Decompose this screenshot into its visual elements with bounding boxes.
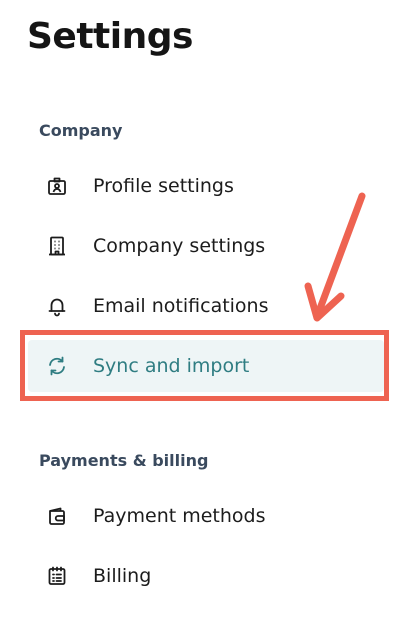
page-title: Settings: [27, 16, 193, 57]
nav-item-label: Company settings: [93, 235, 266, 257]
nav-item-payment-methods[interactable]: Payment methods: [28, 490, 384, 542]
sync-icon: [45, 354, 69, 378]
nav-item-label: Billing: [93, 565, 152, 587]
nav-item-label: Sync and import: [93, 355, 250, 377]
nav-item-email-notifications[interactable]: Email notifications: [28, 280, 384, 332]
nav-item-label: Email notifications: [93, 295, 269, 317]
nav-item-label: Profile settings: [93, 175, 234, 197]
profile-badge-icon: [45, 174, 69, 198]
section-heading-payments-billing: Payments & billing: [39, 451, 209, 470]
nav-item-sync-and-import[interactable]: Sync and import: [28, 340, 384, 392]
building-icon: [45, 234, 69, 258]
wallet-icon: [45, 504, 69, 528]
nav-item-company-settings[interactable]: Company settings: [28, 220, 384, 272]
nav-item-label: Payment methods: [93, 505, 266, 527]
nav-item-profile-settings[interactable]: Profile settings: [28, 160, 384, 212]
section-heading-company: Company: [39, 121, 123, 140]
nav-item-billing[interactable]: Billing: [28, 550, 384, 602]
receipt-icon: [45, 564, 69, 588]
bell-icon: [45, 294, 69, 318]
